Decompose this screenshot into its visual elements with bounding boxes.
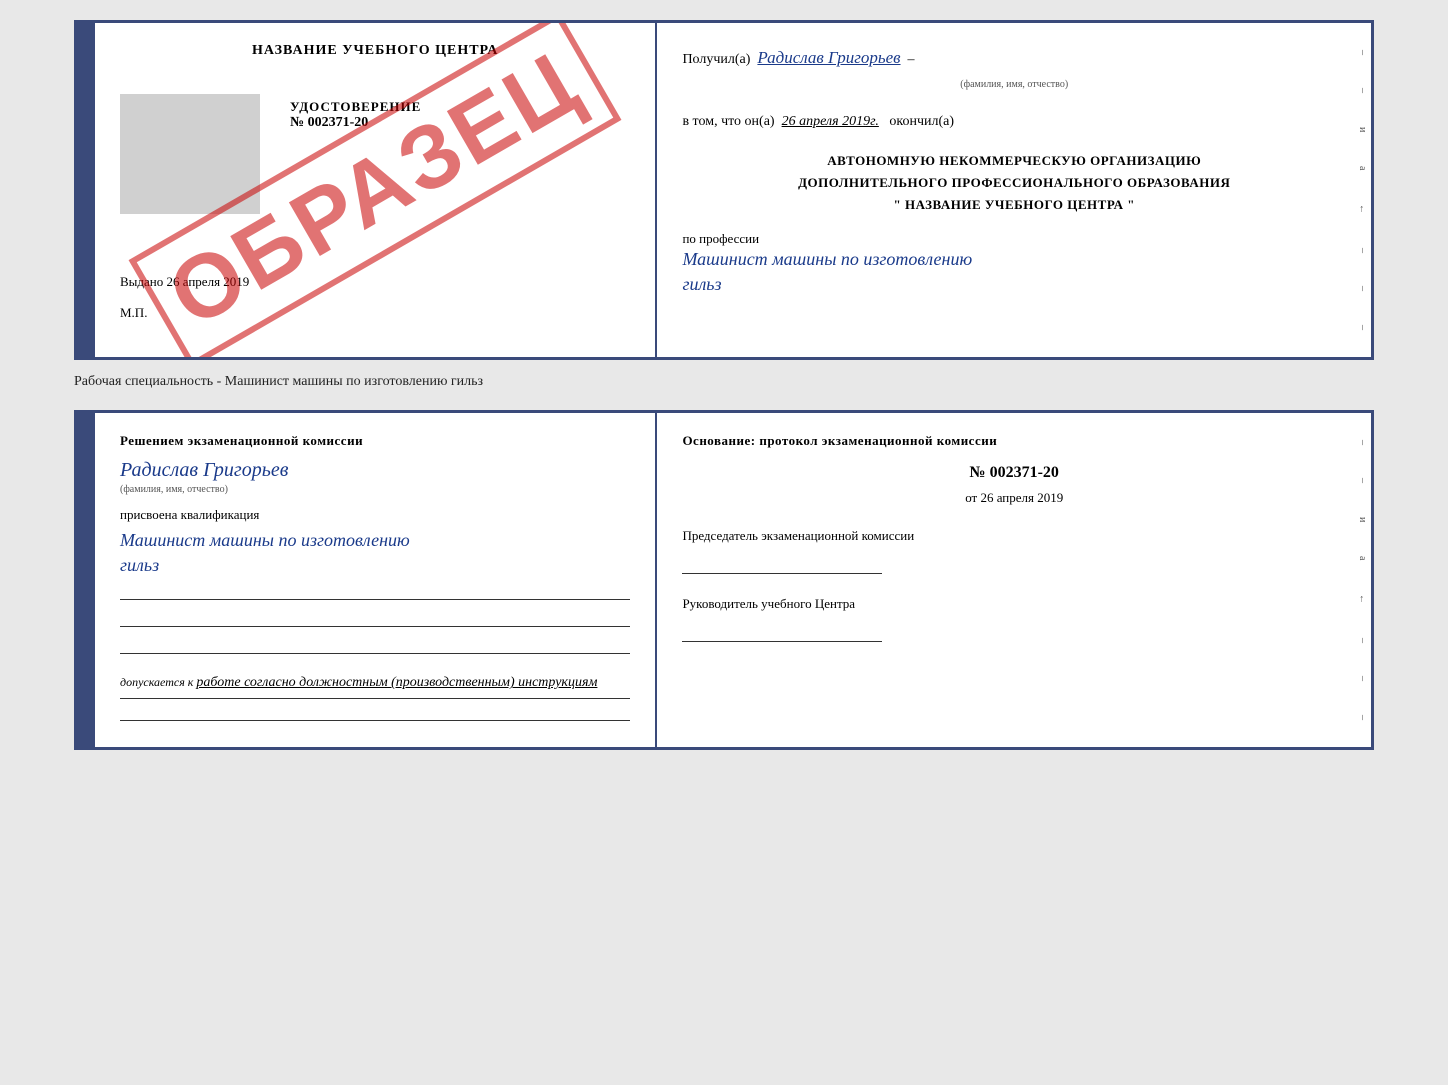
issued-date-value: 26 апреля 2019 — [167, 274, 250, 289]
chairman-signature-line — [682, 552, 882, 574]
document-container: НАЗВАНИЕ УЧЕБНОГО ЦЕНТРА УДОСТОВЕРЕНИЕ №… — [74, 20, 1374, 750]
issued-label: Выдано — [120, 274, 163, 289]
right-edge-marks-bottom: – – и а ← – – – — [1354, 413, 1371, 747]
edge-mark-b2: – — [1357, 478, 1368, 483]
chairman-label: Председатель экзаменационной комиссии — [682, 526, 1346, 547]
top-certificate-book: НАЗВАНИЕ УЧЕБНОГО ЦЕНТРА УДОСТОВЕРЕНИЕ №… — [74, 20, 1374, 360]
edge-mark-b3: и — [1357, 517, 1368, 522]
basis-header: Основание: протокол экзаменационной коми… — [682, 433, 1346, 449]
book-spine-top — [77, 23, 95, 357]
edge-mark-5: ← — [1357, 204, 1368, 214]
cert-details: УДОСТОВЕРЕНИЕ № 002371-20 — [290, 89, 421, 131]
org-line1: АВТОНОМНУЮ НЕКОММЕРЧЕСКУЮ ОРГАНИЗАЦИЮ — [682, 150, 1346, 172]
right-page-top: Получил(а) Радислав Григорьев – (фамилия… — [657, 23, 1371, 357]
edge-mark-7: – — [1357, 286, 1368, 291]
right-page-bottom: Основание: протокол экзаменационной коми… — [657, 413, 1371, 747]
cert-number: № 002371-20 — [290, 115, 421, 131]
chairman-block: Председатель экзаменационной комиссии — [682, 526, 1346, 574]
left-page-bottom: Решением экзаменационной комиссии Радисл… — [95, 413, 657, 747]
edge-mark-b8: – — [1357, 715, 1368, 720]
edge-mark-4: а — [1357, 166, 1368, 170]
edge-mark-8: – — [1357, 325, 1368, 330]
received-line: Получил(а) Радислав Григорьев – (фамилия… — [682, 43, 1346, 94]
date-prefix: в том, что он(а) — [682, 114, 774, 129]
edge-mark-b5: ← — [1357, 594, 1368, 604]
underline-3 — [120, 632, 630, 654]
protocol-date-prefix: от — [965, 490, 977, 505]
edge-mark-b1: – — [1357, 440, 1368, 445]
specialty-label: Рабочая специальность - Машинист машины … — [74, 374, 483, 390]
director-label: Руководитель учебного Центра — [682, 594, 1346, 615]
profession-name-line1: Машинист машины по изготовлению — [682, 247, 1346, 272]
underline-4 — [120, 699, 630, 721]
mp-label: М.П. — [120, 305, 630, 321]
right-edge-marks: – – и а ← – – – — [1354, 23, 1371, 357]
date-suffix: окончил(а) — [889, 114, 954, 129]
school-name-top: НАЗВАНИЕ УЧЕБНОГО ЦЕНТРА — [120, 43, 630, 59]
decision-header: Решением экзаменационной комиссии — [120, 433, 630, 449]
director-signature-line — [682, 620, 882, 642]
profession-label: по профессии — [682, 231, 759, 246]
certificate-photo-placeholder — [120, 94, 260, 214]
cert-title: УДОСТОВЕРЕНИЕ — [290, 99, 421, 115]
edge-mark-1: – — [1357, 50, 1368, 55]
edge-mark-6: – — [1357, 248, 1368, 253]
admission-text: допускается к работе согласно должностны… — [120, 672, 630, 699]
admission-prefix: допускается к — [120, 675, 196, 689]
date-value: 26 апреля 2019г. — [782, 114, 879, 129]
person-name-bottom: Радислав Григорьев — [120, 459, 630, 482]
qualification-label: присвоена квалификация — [120, 507, 630, 523]
edge-mark-2: – — [1357, 88, 1368, 93]
issued-date-line: Выдано 26 апреля 2019 — [120, 274, 630, 290]
qualification-name-line1: Машинист машины по изготовлению — [120, 528, 630, 553]
org-line2: ДОПОЛНИТЕЛЬНОГО ПРОФЕССИОНАЛЬНОГО ОБРАЗО… — [682, 172, 1346, 194]
qualification-name-line2: гильз — [120, 553, 630, 578]
org-line3: " НАЗВАНИЕ УЧЕБНОГО ЦЕНТРА " — [682, 194, 1346, 216]
received-name: Радислав Григорьев — [757, 48, 900, 67]
edge-mark-b7: – — [1357, 676, 1368, 681]
edge-mark-3: и — [1357, 127, 1368, 132]
profession-name-line2: гильз — [682, 272, 1346, 297]
org-block: АВТОНОМНУЮ НЕКОММЕРЧЕСКУЮ ОРГАНИЗАЦИЮ ДО… — [682, 150, 1346, 216]
fio-hint-top: (фамилия, имя, отчество) — [682, 76, 1346, 94]
protocol-date-value: 26 апреля 2019 — [980, 490, 1063, 505]
bottom-certificate-book: Решением экзаменационной комиссии Радисл… — [74, 410, 1374, 750]
fio-hint-bottom: (фамилия, имя, отчество) — [120, 484, 630, 495]
book-spine-bottom — [77, 413, 95, 747]
protocol-number: № 002371-20 — [682, 464, 1346, 482]
date-line: в том, что он(а) 26 апреля 2019г. окончи… — [682, 114, 1346, 130]
left-page-top: НАЗВАНИЕ УЧЕБНОГО ЦЕНТРА УДОСТОВЕРЕНИЕ №… — [95, 23, 657, 357]
director-block: Руководитель учебного Центра — [682, 594, 1346, 642]
edge-mark-b4: а — [1357, 556, 1368, 560]
protocol-date: от 26 апреля 2019 — [682, 490, 1346, 506]
received-label: Получил(а) — [682, 52, 750, 67]
profession-block: по профессии Машинист машины по изготовл… — [682, 231, 1346, 297]
underline-1 — [120, 578, 630, 600]
admission-work-text: работе согласно должностным (производств… — [196, 675, 597, 690]
edge-mark-b6: – — [1357, 638, 1368, 643]
underline-2 — [120, 605, 630, 627]
